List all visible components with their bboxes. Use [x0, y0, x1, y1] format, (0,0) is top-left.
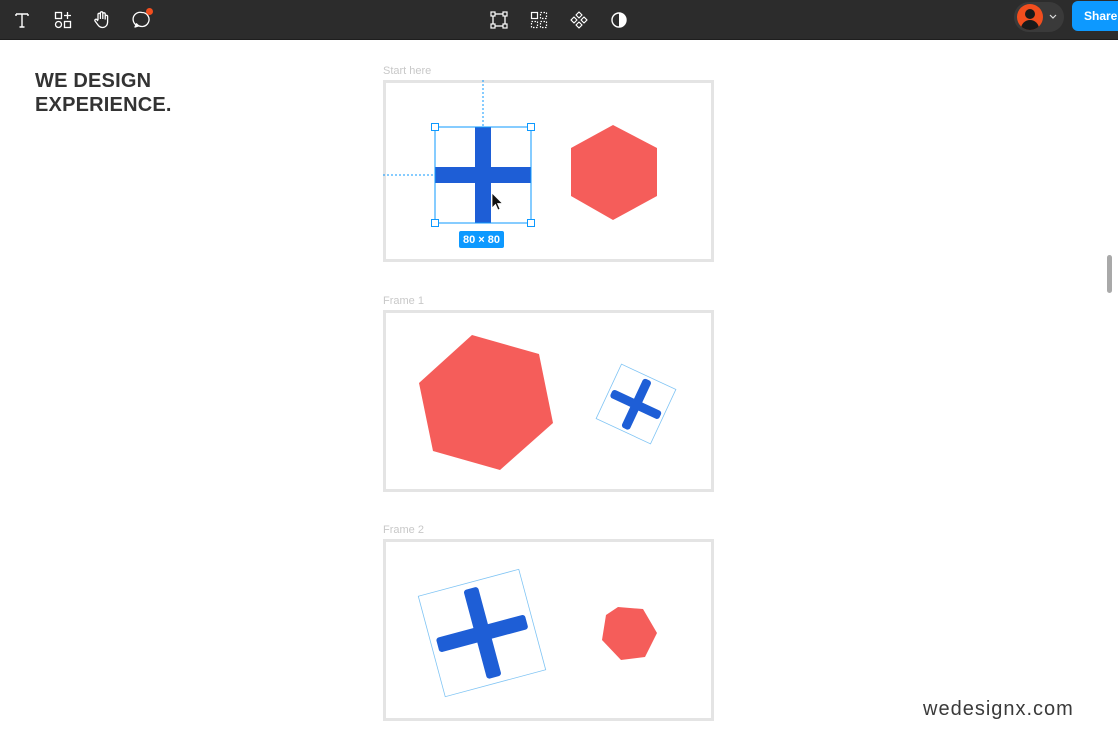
watermark: wedesignx.com: [923, 698, 1074, 720]
frame-start-here-content: [383, 80, 657, 227]
user-menu[interactable]: [1014, 2, 1064, 32]
headline-line-1: WE DESIGN: [35, 70, 152, 92]
frame-1[interactable]: [383, 310, 714, 492]
comment-tool-button[interactable]: [126, 4, 158, 36]
cross-shape[interactable]: [435, 127, 531, 223]
resources-icon: [54, 11, 72, 29]
hexagon-shape: [571, 125, 657, 220]
resize-handle-top-right: [527, 123, 535, 131]
frame-label-frame-1[interactable]: Frame 1: [383, 295, 424, 307]
chevron-down-icon: [1049, 14, 1057, 19]
headline: WE DESIGN EXPERIENCE.: [35, 69, 172, 117]
frame-start-here[interactable]: [383, 80, 714, 262]
share-button[interactable]: Share: [1072, 1, 1118, 31]
cross-shape-rotated: [436, 587, 528, 679]
hand-tool-button[interactable]: [86, 4, 118, 36]
frame-2-content: [417, 568, 657, 698]
frame-1-content: [419, 335, 677, 470]
component-button[interactable]: [563, 4, 595, 36]
grid-layout-button[interactable]: [523, 4, 555, 36]
text-tool-button[interactable]: [6, 4, 38, 36]
contrast-button[interactable]: [603, 4, 635, 36]
size-badge: 80 × 80: [459, 231, 505, 248]
notification-dot: [146, 8, 153, 15]
hexagon-shape-small: [602, 607, 657, 660]
component-icon: [570, 11, 588, 29]
contrast-icon: [611, 12, 627, 28]
avatar: [1017, 4, 1043, 30]
text-icon: [15, 13, 29, 28]
resize-handle-bottom-left: [431, 219, 439, 227]
resources-tool-button[interactable]: [47, 4, 79, 36]
grid-layout-icon: [530, 11, 548, 29]
hand-icon: [94, 11, 109, 29]
frame-selection-button[interactable]: [483, 4, 515, 36]
frame-label-start-here[interactable]: Start here: [383, 65, 431, 77]
cross-shape-small: [610, 378, 662, 430]
vertical-scrollbar[interactable]: [1107, 255, 1112, 293]
design-canvas[interactable]: WE DESIGN EXPERIENCE. Start here 80 × 80…: [0, 40, 1118, 756]
frame-2[interactable]: [383, 539, 714, 721]
hexagon-shape-large: [419, 335, 553, 470]
frame-selection-icon: [490, 11, 508, 29]
top-toolbar: Share: [0, 0, 1118, 40]
cursor-icon: [491, 192, 504, 211]
headline-line-2: EXPERIENCE.: [35, 94, 172, 116]
resize-handle-bottom-right: [527, 219, 535, 227]
frame-label-frame-2[interactable]: Frame 2: [383, 524, 424, 536]
resize-handle-top-left: [431, 123, 439, 131]
